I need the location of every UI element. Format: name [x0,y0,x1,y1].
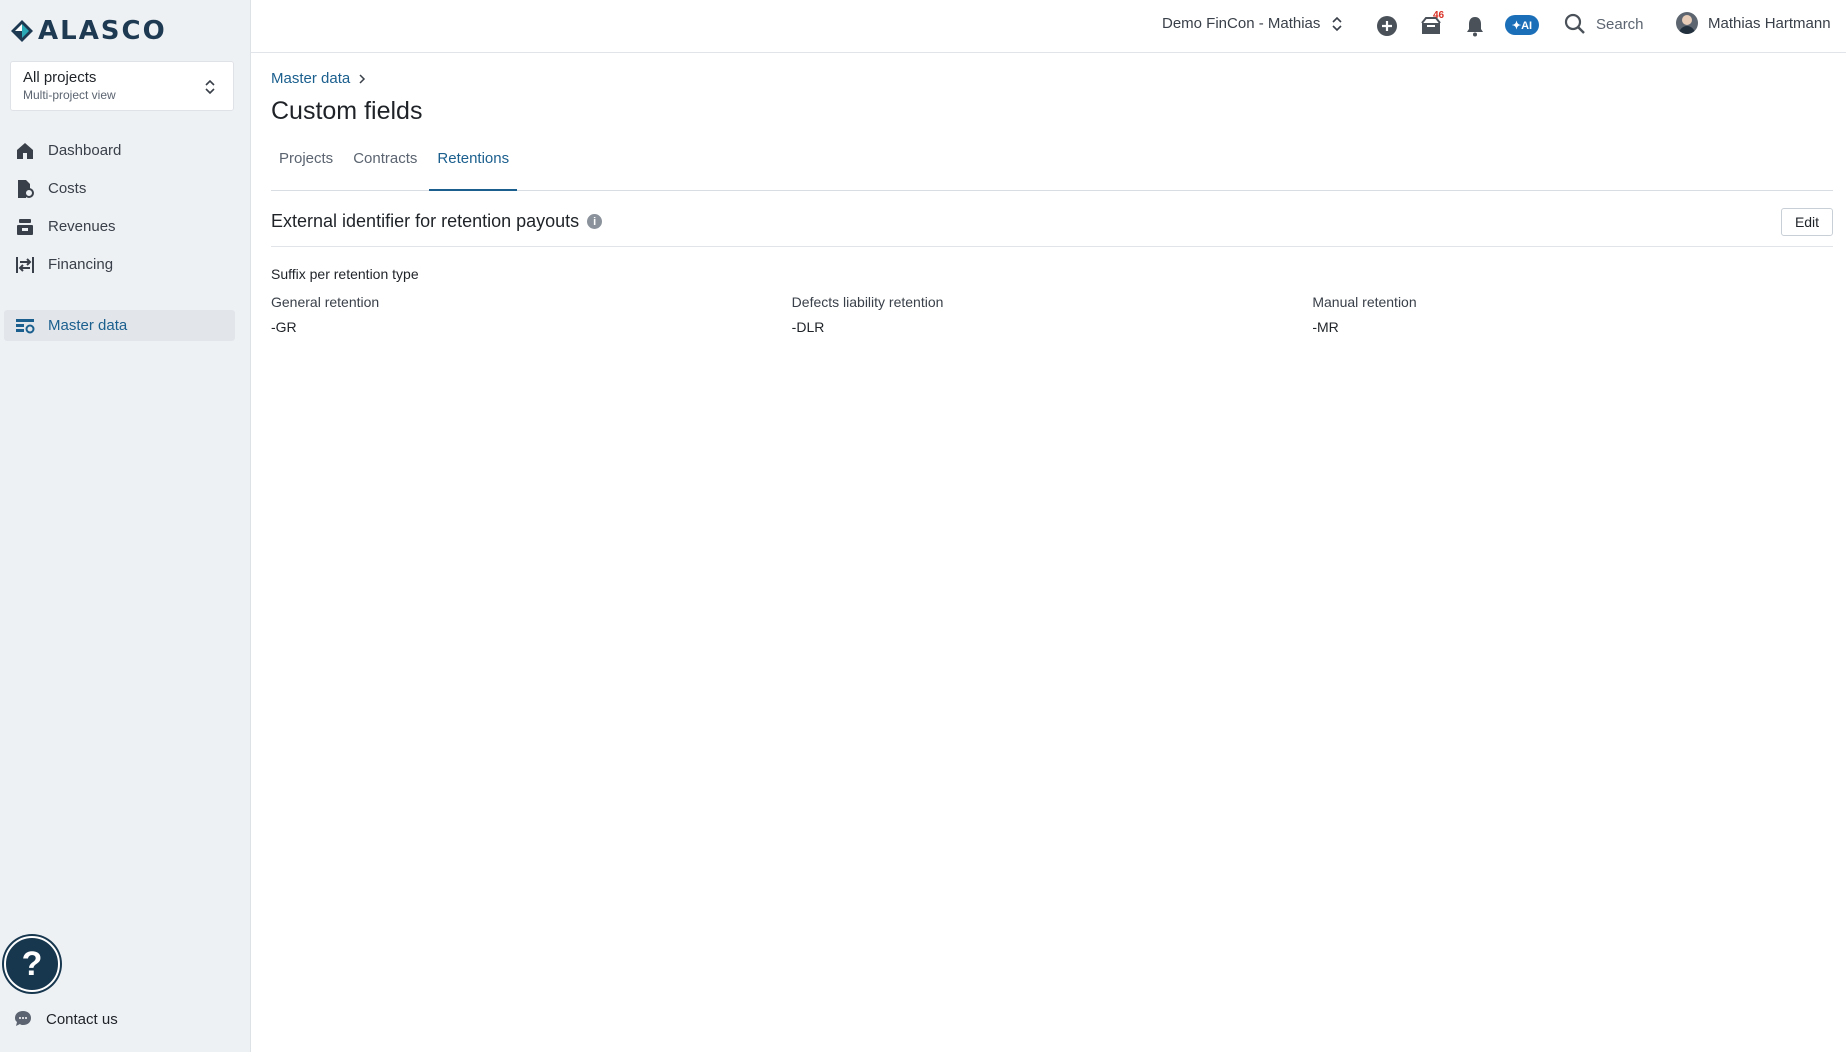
sidebar-item-label: Revenues [48,218,116,235]
sidebar-item-label: Dashboard [48,142,122,159]
page-title: Custom fields [271,97,423,125]
workspace-selector[interactable]: Demo FinCon - Mathias [1162,15,1342,32]
alasco-logo[interactable]: ALASCO [10,16,167,46]
sidebar-item-costs[interactable]: Costs [4,173,235,204]
revenues-icon [14,216,36,238]
sidebar-item-label: Financing [48,256,114,273]
help-button[interactable]: ? [4,936,60,992]
sidebar-nav: Dashboard Costs Revenues Financing Maste… [0,135,251,348]
search-label: Search [1596,15,1644,33]
financing-icon [14,254,36,276]
field-label: General retention [271,294,380,310]
sidebar-item-master-data[interactable]: Master data [4,310,235,341]
logo-text: ALASCO [38,16,167,46]
user-menu[interactable]: Mathias Hartmann [1676,12,1831,34]
inbox-button[interactable]: 46 [1419,10,1444,38]
avatar [1676,12,1698,34]
general-retention-field: General retention -GR [271,294,792,335]
sidebar-item-label: Master data [48,317,128,334]
edit-button[interactable]: Edit [1781,208,1833,236]
tab-retentions[interactable]: Retentions [429,143,518,191]
search-icon [1564,13,1585,34]
field-value: -MR [1312,319,1339,335]
manual-retention-field: Manual retention -MR [1312,294,1833,335]
logo-mark-icon [11,20,33,42]
section-title-wrap: External identifier for retention payout… [271,211,603,232]
breadcrumb-master-data-link[interactable]: Master data [271,70,350,87]
bell-icon [1467,17,1483,37]
master-data-icon [14,315,36,337]
project-selector[interactable]: All projects Multi-project view [10,61,234,111]
tab-projects[interactable]: Projects [271,143,341,191]
ai-assistant-label: ✦AI [1511,19,1533,32]
section-title: External identifier for retention payout… [271,211,580,231]
suffix-subheading: Suffix per retention type [271,266,419,282]
tab-contracts[interactable]: Contracts [345,143,425,191]
plus-circle-icon [1377,16,1397,36]
user-name: Mathias Hartmann [1708,14,1831,32]
info-icon[interactable]: i [587,214,603,229]
sidebar-item-dashboard[interactable]: Dashboard [4,135,235,166]
chevron-right-icon [359,73,366,84]
field-value: -DLR [791,319,825,335]
sidebar-item-revenues[interactable]: Revenues [4,211,235,242]
field-label: Defects liability retention [791,294,944,310]
contact-us-label: Contact us [46,1010,118,1028]
search-button[interactable]: Search [1564,13,1644,35]
project-selector-title: All projects [23,69,97,86]
contact-us-link[interactable]: Contact us [14,1010,118,1028]
costs-icon [14,178,36,200]
chat-bubble-icon [15,1011,31,1026]
field-value: -GR [271,319,297,335]
home-icon [14,140,36,162]
tab-bar: Projects Contracts Retentions [271,143,1833,191]
sidebar-item-financing[interactable]: Financing [4,249,235,280]
retention-suffix-columns: General retention -GR Defects liability … [271,294,1833,335]
top-bar: Demo FinCon - Mathias 46 ✦AI Search Math… [251,0,1846,53]
field-label: Manual retention [1312,294,1417,310]
project-selector-subtitle: Multi-project view [23,88,116,102]
ai-assistant-button[interactable]: ✦AI [1505,15,1539,35]
sidebar-item-label: Costs [48,180,87,197]
updown-chevron-icon [205,79,215,95]
add-button[interactable] [1375,14,1399,38]
defects-liability-retention-field: Defects liability retention -DLR [792,294,1313,335]
breadcrumb: Master data [271,70,366,87]
help-button-label: ? [21,944,43,983]
inbox-badge-count: 46 [1433,10,1445,21]
updown-chevron-icon [1332,16,1342,31]
section-header: External identifier for retention payout… [271,191,1833,247]
workspace-name: Demo FinCon - Mathias [1162,15,1321,32]
notifications-button[interactable] [1463,14,1487,38]
sidebar: ALASCO All projects Multi-project view D… [0,0,251,1052]
